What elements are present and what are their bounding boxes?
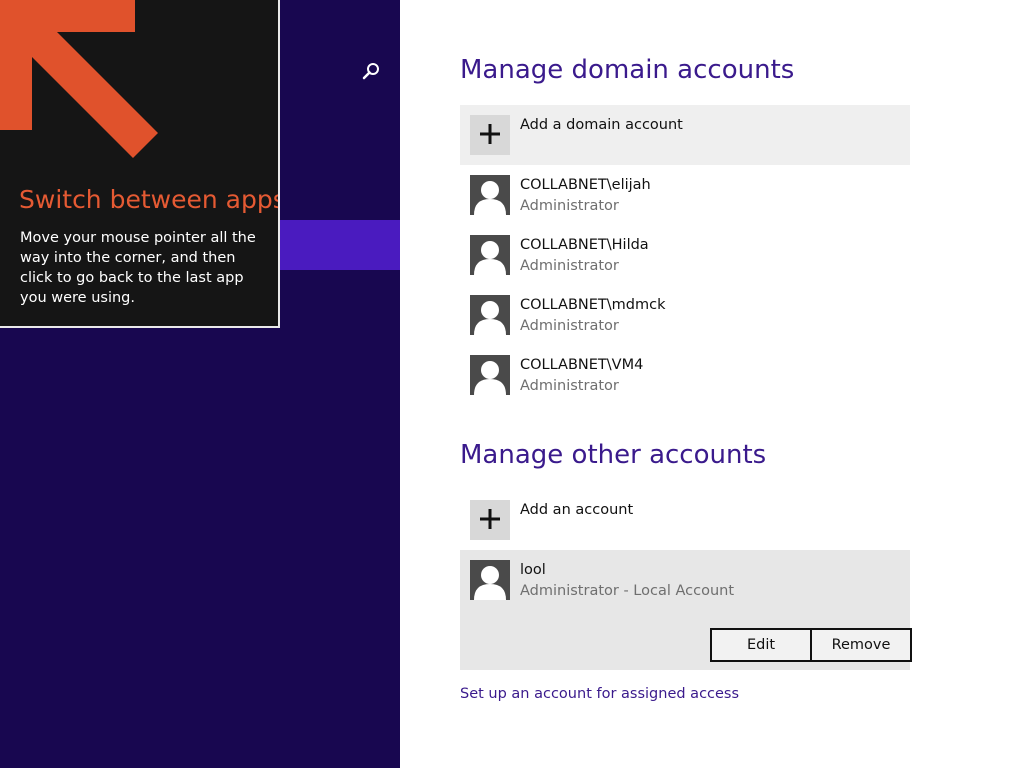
domain-section-title: Manage domain accounts xyxy=(460,55,795,85)
edit-button[interactable]: Edit xyxy=(710,628,812,662)
account-row-mdmck[interactable]: COLLABNET\mdmck Administrator xyxy=(460,285,910,345)
plus-icon xyxy=(480,509,500,529)
user-avatar-icon xyxy=(470,175,510,215)
user-avatar-icon xyxy=(470,355,510,395)
account-role: Administrator xyxy=(520,258,619,274)
account-role: Administrator xyxy=(520,198,619,214)
add-domain-account-button[interactable]: Add a domain account xyxy=(460,105,910,165)
add-domain-account-label: Add a domain account xyxy=(520,117,683,133)
remove-button[interactable]: Remove xyxy=(810,628,912,662)
user-avatar-icon xyxy=(470,235,510,275)
assigned-access-link[interactable]: Set up an account for assigned access xyxy=(460,686,739,702)
user-avatar-icon xyxy=(470,295,510,335)
account-row-vm4[interactable]: COLLABNET\VM4 Administrator xyxy=(460,345,910,405)
switch-apps-tip: Switch between apps Move your mouse poin… xyxy=(0,0,280,328)
add-account-button[interactable]: Add an account xyxy=(460,490,910,550)
arrow-up-left-icon xyxy=(0,0,158,158)
account-name: COLLABNET\VM4 xyxy=(520,357,644,373)
selected-account-panel[interactable]: lool Administrator - Local Account Edit … xyxy=(460,550,912,670)
plus-icon xyxy=(480,124,500,144)
sidebar-selected-item[interactable] xyxy=(278,220,400,270)
account-name: COLLABNET\mdmck xyxy=(520,297,666,313)
search-icon[interactable] xyxy=(360,60,382,82)
add-tile xyxy=(470,500,510,540)
add-account-label: Add an account xyxy=(520,502,634,518)
add-tile xyxy=(470,115,510,155)
account-name: COLLABNET\elijah xyxy=(520,177,651,193)
account-row-hilda[interactable]: COLLABNET\Hilda Administrator xyxy=(460,225,910,285)
user-avatar-icon xyxy=(470,560,510,600)
account-role: Administrator xyxy=(520,378,619,394)
tip-body: Move your mouse pointer all the way into… xyxy=(20,230,256,306)
other-section-title: Manage other accounts xyxy=(460,440,767,470)
account-row-elijah[interactable]: COLLABNET\elijah Administrator xyxy=(460,165,910,225)
account-role: Administrator xyxy=(520,318,619,334)
tip-title: Switch between apps xyxy=(19,185,280,214)
account-name: COLLABNET\Hilda xyxy=(520,237,649,253)
account-role: Administrator - Local Account xyxy=(520,583,735,599)
account-name: lool xyxy=(520,562,546,578)
